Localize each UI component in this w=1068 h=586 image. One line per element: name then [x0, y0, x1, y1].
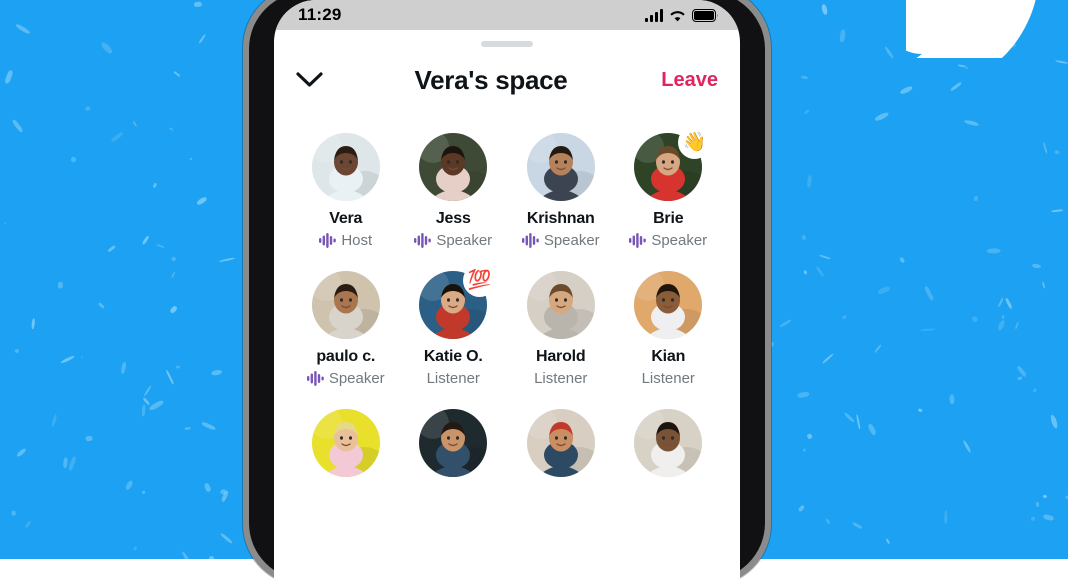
avatar: [419, 133, 487, 201]
phone-device: 11:29: [243, 0, 771, 586]
participant-role-row: Speaker: [629, 231, 707, 249]
avatar: [419, 409, 487, 477]
participant-role: Host: [341, 232, 372, 249]
participant-name: Krishnan: [527, 210, 595, 228]
avatar-wrapper: [634, 409, 702, 477]
space-sheet: Vera's space Leave Vera Host Jess: [274, 30, 740, 586]
avatar-wrapper: [634, 271, 702, 339]
status-bar: 11:29: [274, 0, 740, 30]
cellular-signal-icon: [645, 9, 663, 22]
avatar-wrapper: [527, 133, 595, 201]
leave-button[interactable]: Leave: [646, 69, 718, 92]
avatar-wrapper: [312, 409, 380, 477]
avatar: [634, 271, 702, 339]
participant-kian[interactable]: Kian Listener: [615, 271, 723, 387]
participant-katie-o[interactable]: 💯 Katie O. Listener: [400, 271, 508, 387]
participant-name: Harold: [536, 348, 585, 366]
participant-role: Listener: [427, 370, 480, 387]
avatar: [312, 409, 380, 477]
audio-waveform-icon: [307, 371, 324, 386]
avatar: [634, 409, 702, 477]
participant-row3-11[interactable]: [615, 409, 723, 477]
participant-role-row: Speaker: [414, 231, 492, 249]
avatar: [312, 271, 380, 339]
participant-role: Speaker: [651, 232, 707, 249]
participant-role: Speaker: [329, 370, 385, 387]
participant-row3-10[interactable]: [507, 409, 615, 477]
participant-role-row: Host: [319, 231, 372, 249]
participant-brie[interactable]: 👋 Brie Speaker: [615, 133, 723, 249]
participant-vera[interactable]: Vera Host: [292, 133, 400, 249]
participant-jess[interactable]: Jess Speaker: [400, 133, 508, 249]
participant-role-row: Listener: [427, 369, 480, 387]
waving-hand-emoji-badge: 👋: [678, 126, 711, 159]
participant-name: Jess: [436, 210, 471, 228]
avatar-wrapper: [419, 133, 487, 201]
avatar-wrapper: [527, 271, 595, 339]
avatar-wrapper: [419, 409, 487, 477]
participant-role: Listener: [642, 370, 695, 387]
wifi-icon: [669, 9, 686, 22]
audio-waveform-icon: [319, 233, 336, 248]
avatar: [527, 409, 595, 477]
audio-waveform-icon: [522, 233, 539, 248]
status-clock: 11:29: [298, 5, 342, 25]
participant-row3-9[interactable]: [400, 409, 508, 477]
battery-icon: [692, 9, 718, 22]
avatar-wrapper: 👋: [634, 133, 702, 201]
avatar: [312, 133, 380, 201]
avatar-wrapper: [527, 409, 595, 477]
participant-role: Speaker: [436, 232, 492, 249]
participant-role-row: Speaker: [307, 369, 385, 387]
hundred-points-emoji-badge: 💯: [463, 264, 496, 297]
space-header: Vera's space Leave: [274, 47, 740, 99]
participant-harold[interactable]: Harold Listener: [507, 271, 615, 387]
participant-role-row: Listener: [642, 369, 695, 387]
participant-paulo-c[interactable]: paulo c. Speaker: [292, 271, 400, 387]
participant-krishnan[interactable]: Krishnan Speaker: [507, 133, 615, 249]
participant-role: Listener: [534, 370, 587, 387]
participant-name: Brie: [653, 210, 683, 228]
participant-role-row: Speaker: [522, 231, 600, 249]
avatar: [527, 271, 595, 339]
twitter-bird-logo: [906, 0, 1056, 58]
avatar: [527, 133, 595, 201]
chevron-down-icon[interactable]: [296, 72, 336, 88]
participant-name: Kian: [651, 348, 685, 366]
page-title: Vera's space: [336, 65, 646, 96]
participant-name: Katie O.: [424, 348, 483, 366]
audio-waveform-icon: [414, 233, 431, 248]
audio-waveform-icon: [629, 233, 646, 248]
avatar-wrapper: [312, 271, 380, 339]
avatar-wrapper: 💯: [419, 271, 487, 339]
participant-name: paulo c.: [316, 348, 375, 366]
avatar-wrapper: [312, 133, 380, 201]
participant-role-row: Listener: [534, 369, 587, 387]
participant-row3-8[interactable]: [292, 409, 400, 477]
participant-name: Vera: [329, 210, 362, 228]
phone-screen: 11:29: [274, 0, 740, 586]
participants-grid: Vera Host Jess Speaker Krishnan: [274, 99, 740, 477]
participant-role: Speaker: [544, 232, 600, 249]
